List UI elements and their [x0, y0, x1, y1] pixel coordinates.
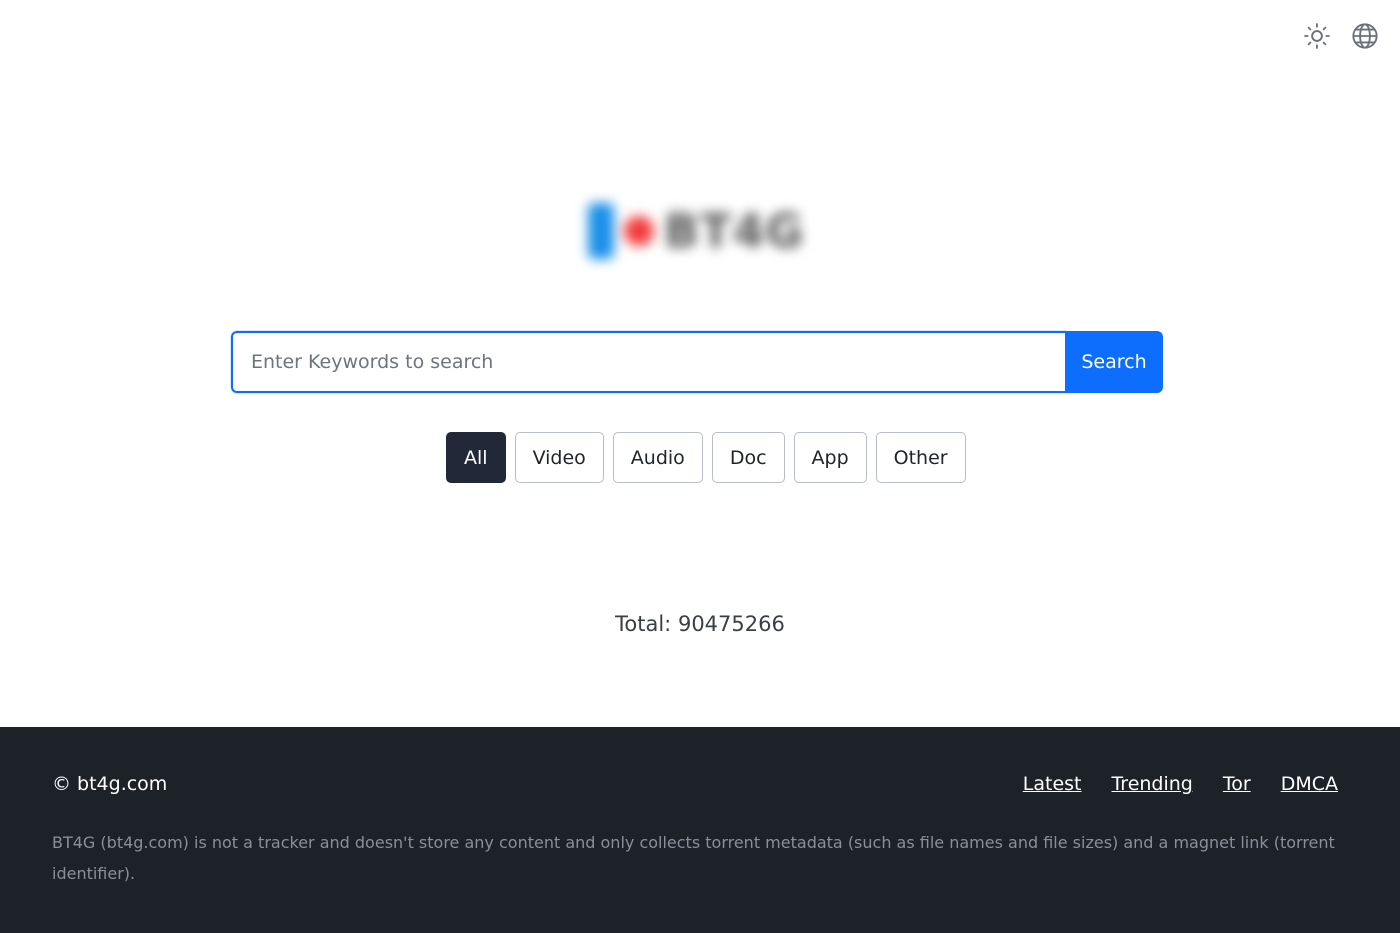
- sun-icon[interactable]: [1302, 20, 1332, 52]
- footer-link-latest[interactable]: Latest: [1023, 773, 1082, 795]
- total-label: Total:: [615, 612, 672, 636]
- site-footer: © bt4g.com Latest Trending Tor DMCA BT4G…: [0, 727, 1400, 933]
- total-value: 90475266: [677, 612, 785, 636]
- search-input[interactable]: [231, 331, 1065, 393]
- category-doc-button[interactable]: Doc: [711, 432, 785, 483]
- logo-text: BT4G: [664, 204, 805, 258]
- total-count: Total: 90475266: [0, 612, 1400, 636]
- category-filter: All Video Audio Doc App Other: [446, 432, 966, 483]
- footer-links: Latest Trending Tor DMCA: [1023, 773, 1338, 795]
- top-toolbar: [1302, 20, 1380, 52]
- logo-bar-mark: [588, 203, 614, 259]
- category-audio-button[interactable]: Audio: [612, 432, 703, 483]
- footer-link-tor[interactable]: Tor: [1223, 773, 1251, 795]
- category-app-button[interactable]: App: [793, 432, 867, 483]
- logo-dot-mark: [624, 216, 654, 246]
- search-button[interactable]: Search: [1065, 331, 1163, 393]
- category-other-button[interactable]: Other: [875, 432, 966, 483]
- site-logo[interactable]: BT4G: [588, 196, 828, 266]
- category-video-button[interactable]: Video: [514, 432, 604, 483]
- category-all-button[interactable]: All: [446, 432, 506, 483]
- search-form: Search: [231, 331, 1163, 393]
- footer-link-trending[interactable]: Trending: [1111, 773, 1192, 795]
- disclaimer: BT4G (bt4g.com) is not a tracker and doe…: [52, 833, 1335, 883]
- footer-link-dmca[interactable]: DMCA: [1281, 773, 1338, 795]
- copyright: © bt4g.com: [52, 773, 168, 795]
- globe-icon[interactable]: [1350, 20, 1380, 52]
